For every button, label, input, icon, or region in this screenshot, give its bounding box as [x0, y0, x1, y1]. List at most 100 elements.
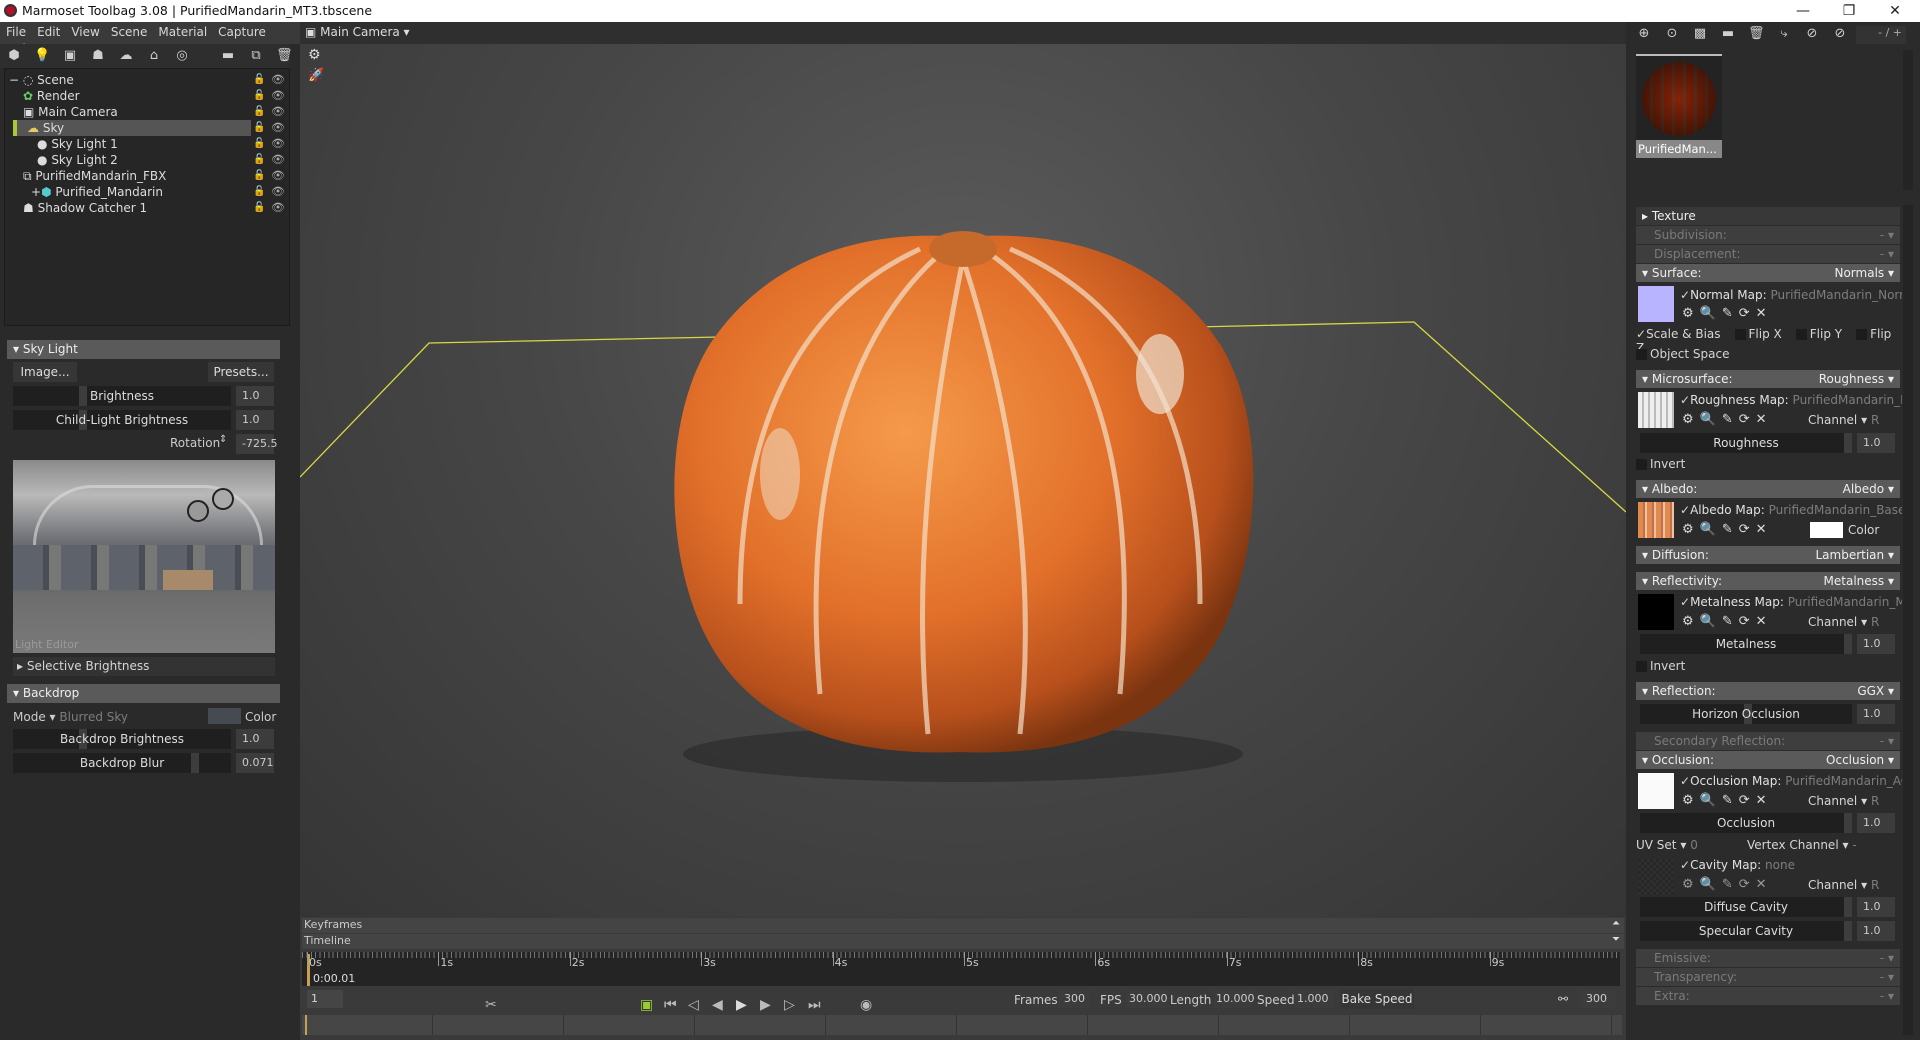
lock-icon[interactable]: 🔓	[253, 186, 265, 197]
albedo-map-thumbnail[interactable]	[1638, 502, 1674, 538]
metalness-map-thumbnail[interactable]	[1638, 594, 1674, 630]
prev-key-icon[interactable]: ◁	[688, 997, 699, 1013]
cavity-map-row[interactable]: ✓Cavity Map: none	[1680, 858, 1902, 872]
diffuse-cavity-input[interactable]: 1.0	[1857, 897, 1895, 917]
add-camera-icon[interactable]: ▣	[62, 48, 78, 64]
section-value[interactable]: Occlusion	[1826, 753, 1884, 767]
section-value[interactable]: Roughness	[1819, 372, 1884, 386]
import-icon[interactable]: ⊘	[1804, 26, 1820, 42]
add-turntable-icon[interactable]: ◎	[174, 48, 190, 64]
close-button[interactable]: ✕	[1872, 0, 1918, 22]
presets-button[interactable]: Presets...	[208, 362, 274, 382]
expand-down-icon[interactable]: ⏷	[1612, 934, 1620, 945]
rotation-input[interactable]: -725.5	[236, 434, 277, 454]
tree-item-sky[interactable]: ☁ Sky	[13, 120, 251, 136]
fps-input[interactable]: 30.000	[1127, 990, 1168, 1008]
lock-icon[interactable]: 🔓	[253, 106, 265, 117]
occlusion-slider[interactable]: Occlusion	[1640, 813, 1852, 833]
eye-icon[interactable]: 👁	[271, 121, 285, 134]
occlusion-section[interactable]: ▾ Occlusion: Occlusion ▾	[1636, 751, 1900, 769]
albedo-map-row[interactable]: ✓Albedo Map: PurifiedMandarin_BaseCol	[1680, 503, 1902, 517]
occlusion-map-row[interactable]: ✓Occlusion Map: PurifiedMandarin_AO.p	[1680, 774, 1902, 788]
lock-icon[interactable]: 🔓	[253, 74, 265, 85]
tree-item-scene[interactable]: − ◌ Scene	[9, 72, 249, 88]
subdivision-section[interactable]: Subdivision: - ▾	[1636, 226, 1900, 244]
frame-input[interactable]: 1	[307, 990, 343, 1008]
eye-icon[interactable]: 👁	[271, 105, 285, 118]
scissors-icon[interactable]: ✂	[485, 997, 497, 1013]
eye-icon[interactable]: 👁	[271, 89, 285, 102]
checker-icon[interactable]: ▩	[1692, 26, 1708, 42]
extra-section[interactable]: Extra: - ▾	[1636, 987, 1900, 1005]
add-mesh-icon[interactable]: ⬢	[6, 48, 22, 64]
diffuse-cavity-slider[interactable]: Diffuse Cavity	[1640, 897, 1852, 917]
lock-icon[interactable]: 🔓	[253, 90, 265, 101]
map-tools[interactable]: ⚙🔍✎⟳✕	[1682, 306, 1920, 321]
eye-icon[interactable]: 👁	[271, 169, 285, 182]
roughness-invert-checkbox[interactable]: Invert	[1636, 457, 1900, 471]
hdri-light-editor-preview[interactable]: Light Editor	[13, 460, 275, 653]
timeline-ruler[interactable]: 0:00.01 0s 1s 2s 3s 4s 5s 6s 7s 8s 9s	[302, 952, 1620, 986]
brightness-slider[interactable]: Brightness	[13, 386, 231, 406]
menu-view[interactable]: View	[65, 22, 104, 39]
reflection-section[interactable]: ▾ Reflection: GGX ▾	[1636, 682, 1900, 700]
roughness-slider[interactable]: Roughness	[1640, 433, 1852, 453]
rotation-spinner-icon[interactable]: ⇕	[219, 434, 227, 445]
roughness-map-row[interactable]: ✓Roughness Map: PurifiedMandarin_Roug	[1680, 393, 1902, 407]
child-light-input[interactable]: 1.0	[236, 410, 274, 430]
scale-bias-checkbox[interactable]: ✓Scale & Bias	[1636, 327, 1721, 341]
metalness-map-row[interactable]: ✓Metalness Map: PurifiedMandarin_Metal	[1680, 595, 1902, 609]
step-back-icon[interactable]: ◀	[712, 997, 723, 1013]
folder-icon[interactable]: ▬	[1720, 26, 1736, 42]
texture-section[interactable]: ▸ Texture	[1636, 207, 1900, 225]
skip-start-icon[interactable]: ⏮	[664, 997, 677, 1013]
end-frame-input[interactable]: 300	[1580, 990, 1616, 1008]
specular-cavity-slider[interactable]: Specular Cavity	[1640, 921, 1852, 941]
tree-item-shadow-catcher[interactable]: ☗ Shadow Catcher 1	[23, 200, 263, 216]
section-value[interactable]: Metalness	[1824, 574, 1885, 588]
diffusion-section[interactable]: ▾ Diffusion: Lambertian ▾	[1636, 546, 1900, 564]
backdrop-color-swatch[interactable]	[208, 708, 241, 724]
eye-icon[interactable]: 👁	[271, 153, 285, 166]
albedo-section[interactable]: ▾ Albedo: Albedo ▾	[1636, 480, 1900, 498]
material-thumbnail[interactable]: PurifiedMan...	[1636, 54, 1722, 158]
section-value[interactable]: Lambertian	[1815, 548, 1884, 562]
backdrop-header[interactable]: ▾ Backdrop	[7, 684, 280, 703]
sky-light-header[interactable]: ▾ Sky Light	[7, 340, 280, 359]
expand-up-icon[interactable]: ⏶	[1612, 918, 1620, 929]
emissive-section[interactable]: Emissive: - ▾	[1636, 949, 1900, 967]
pick-material-icon[interactable]: ⤷	[1776, 26, 1792, 42]
duplicate-icon[interactable]: ⧉	[248, 48, 264, 64]
add-shadow-catcher-icon[interactable]: ☗	[90, 48, 106, 64]
length-input[interactable]: 10.000	[1214, 990, 1255, 1008]
displacement-section[interactable]: Displacement: - ▾	[1636, 245, 1900, 263]
light-handle-1[interactable]	[187, 500, 209, 522]
lock-icon[interactable]: 🔓	[253, 154, 265, 165]
tree-item-purified-mandarin[interactable]: +⬢ Purified_Mandarin	[31, 184, 271, 200]
brightness-input[interactable]: 1.0	[236, 386, 274, 406]
selective-brightness-toggle[interactable]: ▸ Selective Brightness	[13, 657, 275, 676]
add-material-icon[interactable]: ⊕	[1636, 26, 1652, 42]
eye-icon[interactable]: 👁	[271, 201, 285, 214]
lock-icon[interactable]: 🔓	[253, 122, 265, 133]
horizon-occlusion-input[interactable]: 1.0	[1857, 704, 1895, 724]
export-icon[interactable]: ⊘	[1832, 26, 1848, 42]
eye-icon[interactable]: 👁	[271, 137, 285, 150]
channel-dropdown[interactable]: Channel ▾ R	[1808, 413, 1888, 427]
surface-section[interactable]: ▾ Surface: Normals ▾	[1636, 264, 1900, 282]
transparency-section[interactable]: Transparency: - ▾	[1636, 968, 1900, 986]
channel-dropdown[interactable]: Channel ▾ R	[1808, 878, 1888, 892]
menu-file[interactable]: File	[0, 22, 31, 39]
metalness-input[interactable]: 1.0	[1857, 634, 1895, 654]
microsurface-section[interactable]: ▾ Microsurface: Roughness ▾	[1636, 370, 1900, 388]
flip-x-checkbox[interactable]: Flip X	[1734, 327, 1782, 341]
eye-icon[interactable]: 👁	[271, 185, 285, 198]
add-fog-icon[interactable]: ☁	[118, 48, 134, 64]
flip-y-checkbox[interactable]: Flip Y	[1795, 327, 1842, 341]
channel-dropdown[interactable]: Channel ▾ R	[1808, 794, 1888, 808]
backdrop-brightness-input[interactable]: 1.0	[236, 729, 274, 749]
menu-scene[interactable]: Scene	[105, 22, 153, 39]
section-value[interactable]: Normals	[1834, 266, 1884, 280]
next-key-icon[interactable]: ▷	[784, 997, 795, 1013]
speed-input[interactable]: 1.000	[1295, 990, 1333, 1008]
